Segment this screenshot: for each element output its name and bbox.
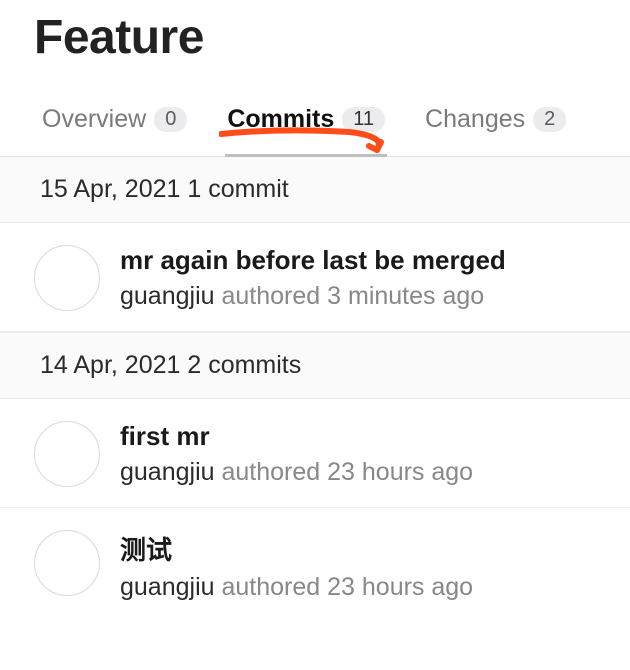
commit-body: 测试 guangjiu authored 23 hours ago [120, 528, 473, 602]
commits-list: 15 Apr, 2021 1 commit mr again before la… [0, 157, 630, 622]
avatar[interactable] [34, 245, 100, 311]
avatar[interactable] [34, 530, 100, 596]
tab-label: Changes [425, 105, 525, 134]
tabs-bar: Overview 0 Commits 11 Changes 2 [0, 71, 630, 157]
commit-time: 23 hours ago [327, 458, 473, 486]
commit-row[interactable]: first mr guangjiu authored 23 hours ago [0, 399, 630, 508]
date-group-header: 14 Apr, 2021 2 commits [0, 332, 630, 399]
tab-commits[interactable]: Commits 11 [225, 105, 387, 156]
commit-title[interactable]: mr again before last be merged [120, 245, 506, 276]
tab-overview[interactable]: Overview 0 [40, 105, 189, 156]
commit-meta: guangjiu authored 3 minutes ago [120, 282, 506, 311]
tab-label: Commits [227, 105, 334, 134]
tab-count-badge: 2 [533, 107, 566, 132]
commit-meta: guangjiu authored 23 hours ago [120, 458, 473, 487]
tab-changes[interactable]: Changes 2 [423, 105, 568, 156]
commit-body: mr again before last be merged guangjiu … [120, 243, 506, 311]
commit-author[interactable]: guangjiu [120, 282, 215, 310]
page-title: Feature [0, 0, 630, 71]
tab-count-badge: 11 [342, 107, 385, 132]
commit-action: authored [221, 282, 320, 310]
commit-title[interactable]: first mr [120, 421, 473, 452]
commit-row[interactable]: 测试 guangjiu authored 23 hours ago [0, 508, 630, 622]
commit-author[interactable]: guangjiu [120, 458, 215, 486]
commit-body: first mr guangjiu authored 23 hours ago [120, 419, 473, 487]
commit-action: authored [221, 458, 320, 486]
commit-time: 23 hours ago [327, 573, 473, 601]
tab-count-badge: 0 [154, 107, 187, 132]
commit-time: 3 minutes ago [327, 282, 484, 310]
commit-author[interactable]: guangjiu [120, 573, 215, 601]
tab-label: Overview [42, 105, 146, 134]
commit-action: authored [221, 573, 320, 601]
commit-title[interactable]: 测试 [120, 530, 473, 567]
commit-meta: guangjiu authored 23 hours ago [120, 573, 473, 602]
date-group-header: 15 Apr, 2021 1 commit [0, 157, 630, 223]
commit-row[interactable]: mr again before last be merged guangjiu … [0, 223, 630, 332]
avatar[interactable] [34, 421, 100, 487]
